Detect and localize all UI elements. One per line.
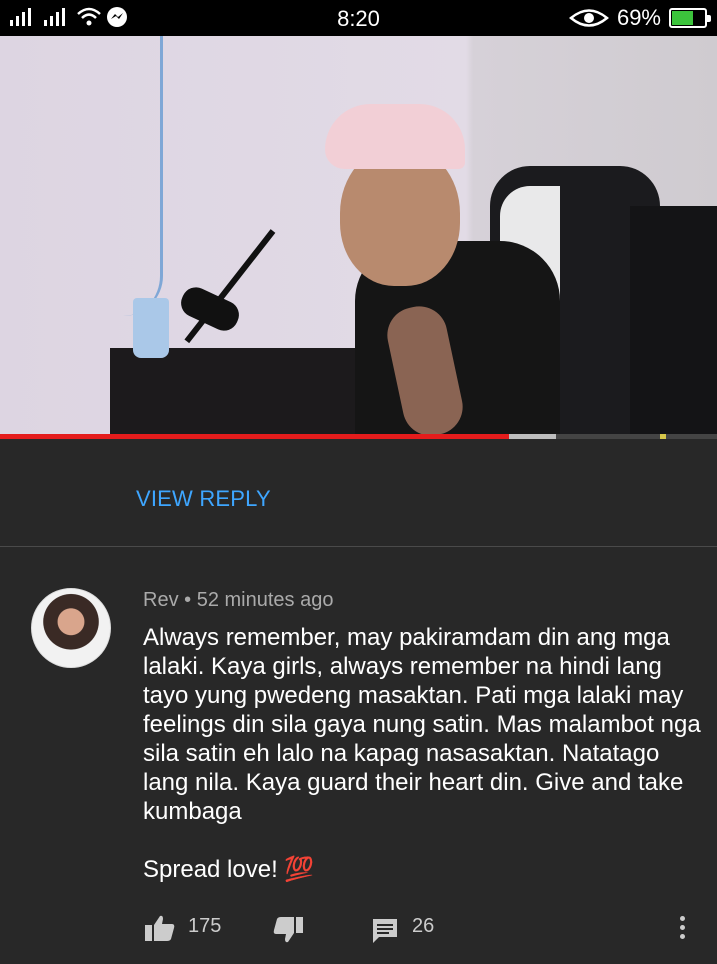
battery-percent: 69% [616,5,661,30]
video-player[interactable] [0,36,717,436]
comment-text: Always remember, may pakiramdam din ang … [143,624,701,883]
video-frame-content [176,282,244,336]
view-reply-button[interactable]: VIEW REPLY [136,486,271,512]
video-ad-marker [660,434,666,439]
video-progress-bar[interactable] [0,434,717,439]
status-right-icons: 69% [568,5,711,31]
battery-level [672,11,694,25]
video-frame-content [630,206,717,436]
meta-separator: • [184,589,192,611]
video-progress-fill [0,434,510,439]
video-frame-content [325,104,465,169]
status-bar: 8:20 69% [0,0,717,36]
comment-actions: 175 26 [0,908,717,948]
more-options-icon[interactable] [677,916,687,943]
divider [0,546,717,547]
avatar[interactable] [31,588,111,668]
eye-icon [568,9,609,27]
comment-meta: Rev • 52 minutes ago [143,589,333,612]
thumbs-down-icon[interactable] [272,916,304,944]
video-frame-content [120,36,163,316]
comment-author[interactable]: Rev [143,589,179,611]
battery-charging-icon [669,8,711,28]
video-buffer-bar [509,434,556,439]
reply-icon[interactable] [371,917,399,945]
comment-timestamp[interactable]: 52 minutes ago [197,589,334,611]
reply-count: 26 [412,915,435,937]
video-frame-content [133,298,169,358]
thumbs-up-icon[interactable] [144,914,176,942]
like-count: 175 [188,915,222,937]
